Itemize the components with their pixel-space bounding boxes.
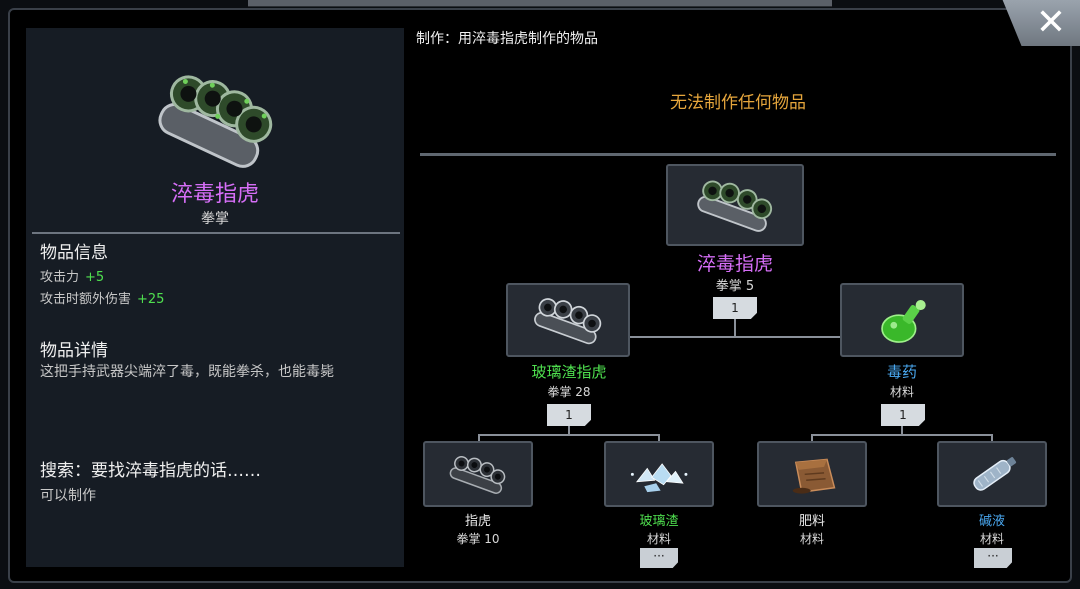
- tree-connector: [811, 434, 993, 436]
- tree-connector: [478, 434, 660, 436]
- tree-leaf-lye-name: 碱液: [978, 514, 1005, 529]
- tree-connector: [734, 318, 736, 338]
- item-name: 淬毒指虎: [170, 182, 259, 207]
- item-type: 拳掌: [201, 211, 229, 227]
- tree-node-poison-sub: 材料: [889, 385, 914, 399]
- stat-label: 攻击力: [40, 270, 80, 285]
- tree-leaf-fertilizer-name: 肥料: [798, 514, 825, 529]
- stat-label: 攻击时额外伤害: [40, 292, 132, 307]
- tree-leaf-glass-shards-name: 玻璃渣: [639, 514, 679, 529]
- more-button[interactable]: ···: [640, 548, 678, 568]
- search-title: 搜索：要找淬毒指虎的话……: [40, 461, 261, 481]
- item-detail-title: 物品详情: [40, 341, 108, 361]
- more-button[interactable]: ···: [974, 548, 1012, 568]
- count-badge: 1: [713, 297, 757, 319]
- stat-value: +25: [137, 292, 165, 307]
- stat-value: +5: [85, 270, 105, 285]
- tree-leaf-knuckles-sub: 拳掌 10: [456, 532, 500, 546]
- item-info-title: 物品信息: [40, 243, 108, 263]
- close-icon[interactable]: ✕: [1036, 5, 1066, 41]
- craft-title: 制作：用淬毒指虎制作的物品: [416, 31, 598, 47]
- tree-leaf-glass-shards[interactable]: [604, 441, 714, 507]
- divider: [32, 232, 400, 234]
- lye-bottle-icon: [973, 456, 1016, 491]
- tree-node-root-name: 淬毒指虎: [696, 253, 773, 275]
- glass-knuckles-icon: [533, 297, 602, 345]
- item-description: 这把手持武器尖端淬了毒，既能拳杀，也能毒毙: [40, 364, 334, 380]
- search-result: 可以制作: [40, 488, 96, 504]
- stat-attack: 攻击力 +5: [40, 266, 104, 285]
- tree-node-glass-knuckles[interactable]: [506, 283, 630, 357]
- tree-node-root-sub: 拳掌 5: [715, 279, 755, 294]
- stat-extra-damage: 攻击时额外伤害 +25: [40, 288, 164, 307]
- tree-leaf-knuckles-name: 指虎: [464, 514, 491, 529]
- poison-knuckles-icon: [696, 180, 772, 232]
- count-badge: 1: [547, 404, 591, 426]
- tree-leaf-glass-shards-sub: 材料: [646, 532, 671, 546]
- item-info-panel: 淬毒指虎 拳掌 物品信息 攻击力 +5 攻击时额外伤害 +25 物品详情 这把手持武…: [26, 28, 404, 567]
- tree-leaf-knuckles[interactable]: [423, 441, 533, 507]
- top-strip: [248, 0, 832, 7]
- tree-node-glass-knuckles-sub: 拳掌 28: [547, 385, 591, 399]
- tree-leaf-fertilizer[interactable]: [757, 441, 867, 507]
- knuckles-icon: [449, 455, 506, 494]
- tree-leaf-lye-sub: 材料: [979, 532, 1004, 546]
- tree-leaf-lye[interactable]: [937, 441, 1047, 507]
- count-badge: 1: [881, 404, 925, 426]
- craft-divider: [420, 153, 1056, 156]
- craft-empty-message: 无法制作任何物品: [670, 93, 806, 113]
- poison-bottle-icon: [880, 299, 926, 343]
- tree-leaf-fertilizer-sub: 材料: [799, 532, 824, 546]
- tree-node-poison[interactable]: [840, 283, 964, 357]
- tree-node-root[interactable]: [666, 164, 804, 246]
- tree-node-poison-name: 毒药: [886, 363, 917, 381]
- poison-knuckles-icon: [146, 50, 286, 190]
- glass-shards-icon: [630, 462, 688, 492]
- fertilizer-bag-icon: [792, 458, 836, 494]
- tree-node-glass-knuckles-name: 玻璃渣指虎: [531, 363, 607, 381]
